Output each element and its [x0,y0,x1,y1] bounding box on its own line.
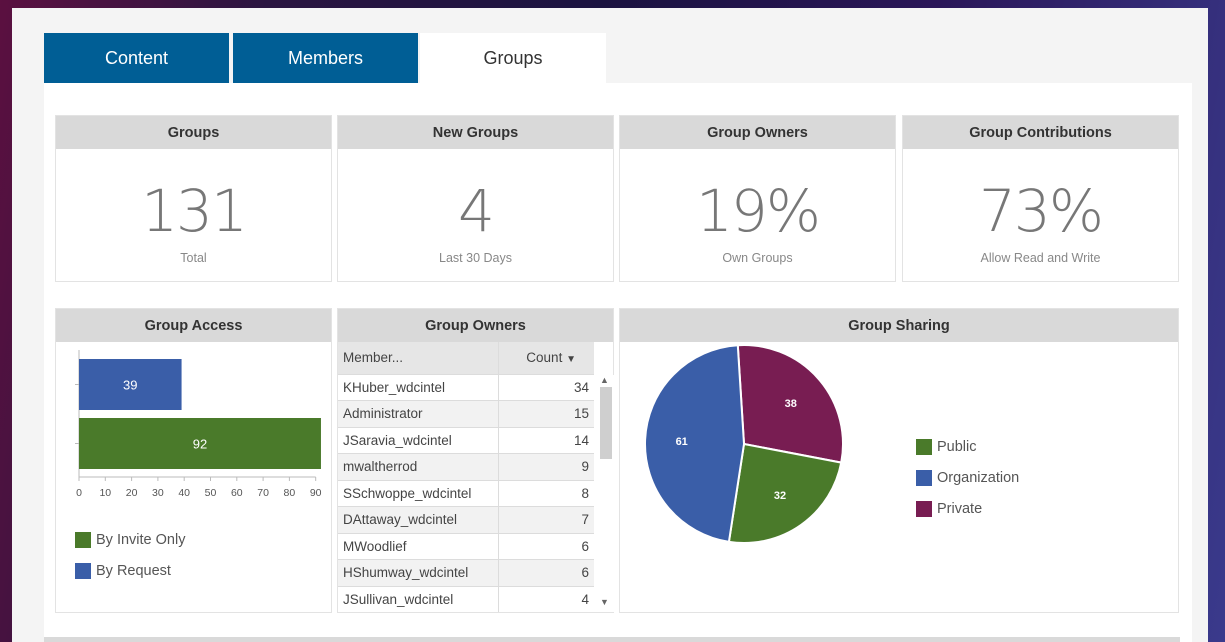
legend-label: By Request [96,563,171,579]
group-access-bar-chart: 39 92 0 10 20 30 40 50 60 70 80 90 [75,350,322,499]
member-cell: mwaltherrod [338,453,498,480]
stat-value: 73% [979,177,1104,245]
x-tick-label: 30 [152,487,164,499]
member-cell: JSullivan_wdcintel [338,585,498,612]
legend-label: Public [937,439,977,455]
legend-label: By Invite Only [96,532,186,548]
stat-label: Total [180,251,207,265]
member-cell: HShumway_wdcintel [338,559,498,586]
member-cell: Administrator [338,400,498,427]
scroll-up-icon[interactable]: ▲ [600,375,609,385]
group-sharing-card: Group Sharing 38 32 61 Public Organization… [619,308,1179,613]
legend-item-private: Private [916,501,982,517]
x-tick-label: 90 [310,487,322,499]
legend-item-public: Public [916,439,977,455]
count-cell: 34 [497,373,594,401]
legend-swatch [916,470,932,486]
stat-title: Groups [56,116,331,149]
table-row[interactable]: KHuber_wdcintel 34 [338,373,594,401]
count-cell: 8 [497,479,594,507]
table-row[interactable]: HShumway_wdcintel 6 [338,559,594,586]
count-cell: 15 [497,400,594,427]
group-owners-title: Group Owners [338,309,613,342]
stat-value: 4 [458,177,495,245]
member-cell: MWoodlief [338,532,498,560]
legend-swatch [916,501,932,517]
legend-swatch [75,563,91,579]
legend-item-organization: Organization [916,470,1019,486]
group-access-card: Group Access 39 92 0 10 20 30 40 50 60 70 80 90 By … [55,308,332,613]
bottom-section-header [44,637,1180,642]
stat-value: 19% [696,177,821,245]
x-tick-label: 20 [126,487,138,499]
table-row[interactable]: MWoodlief 6 [338,532,594,560]
owners-table-wrap: Member... Count ▼ KHuber_wdcintel 34 Admin… [338,342,594,612]
stat-card-group-owners: Group Owners 19% Own Groups [619,115,896,282]
legend-swatch [75,532,91,548]
table-row[interactable]: JSullivan_wdcintel 4 [338,585,594,612]
x-tick-label: 0 [76,487,82,499]
table-row[interactable]: JSaravia_wdcintel 14 [338,426,594,454]
legend-swatch [916,439,932,455]
x-tick-label: 60 [231,487,243,499]
pie-slice-organization [644,344,746,543]
member-cell: DAttaway_wdcintel [338,506,498,533]
legend-label: Organization [937,470,1020,486]
owners-table: Member... Count ▼ KHuber_wdcintel 34 Admin… [338,342,594,612]
sort-down-icon: ▼ [566,354,576,366]
pie-data-label: 61 [676,436,688,448]
stat-title: Group Owners [620,116,895,149]
tab-content[interactable]: Content [44,33,229,83]
legend-item-by-request: By Request [75,563,171,579]
stat-card-groups: Groups 131 Total [55,115,332,282]
table-row[interactable]: DAttaway_wdcintel 7 [338,506,594,533]
bar-data-label: 92 [193,437,207,452]
column-header-label: Count [526,350,563,366]
group-access-title: Group Access [56,309,331,342]
legend-label: Private [937,501,983,517]
tab-groups[interactable]: Groups [420,33,606,83]
stat-title: Group Contributions [903,116,1178,149]
column-header-label: Member... [343,350,404,366]
dashboard-panel: Content Members Groups Groups 131 Total … [12,8,1208,642]
count-cell: 7 [497,506,594,533]
stat-card-new-groups: New Groups 4 Last 30 Days [337,115,614,282]
x-tick-label: 50 [205,487,217,499]
x-tick-label: 40 [178,487,190,499]
legend-item-by-invite-only: By Invite Only [75,532,185,548]
pie-data-label: 32 [774,490,786,502]
tab-members[interactable]: Members [233,33,418,83]
column-header-count[interactable]: Count ▼ [497,342,594,374]
bar-data-label: 39 [123,378,137,393]
member-cell: KHuber_wdcintel [338,373,498,401]
stat-label: Last 30 Days [439,251,512,265]
x-tick-label: 70 [257,487,269,499]
group-sharing-title: Group Sharing [620,309,1178,342]
group-sharing-pie-chart: 38 32 61 [644,344,844,544]
x-tick-label: 80 [284,487,296,499]
stat-value: 131 [141,177,248,245]
table-row[interactable]: Administrator 15 [338,400,594,427]
x-tick-label: 10 [99,487,111,499]
stat-title: New Groups [338,116,613,149]
stat-label: Own Groups [722,251,793,265]
stat-label: Allow Read and Write [980,251,1101,265]
table-row[interactable]: mwaltherrod 9 [338,453,594,480]
pie-data-label: 38 [785,398,797,410]
count-cell: 14 [497,426,594,454]
count-cell: 4 [497,585,594,612]
groups-content: Groups 131 Total New Groups 4 Last 30 Da… [44,83,1192,642]
count-cell: 9 [497,453,594,480]
scroll-thumb[interactable] [600,387,612,459]
count-cell: 6 [497,532,594,560]
column-header-member[interactable]: Member... [338,342,498,374]
member-cell: JSaravia_wdcintel [338,426,498,454]
owners-scrollbar[interactable]: ▲ ▼ [596,375,614,612]
member-cell: SSchwoppe_wdcintel [338,479,498,507]
table-row[interactable]: SSchwoppe_wdcintel 8 [338,479,594,507]
count-cell: 6 [497,559,594,586]
stat-card-group-contributions: Group Contributions 73% Allow Read and W… [902,115,1179,282]
group-owners-card: Group Owners Member... Count ▼ KHuber_wd… [337,308,614,613]
scroll-down-icon[interactable]: ▼ [600,597,609,607]
